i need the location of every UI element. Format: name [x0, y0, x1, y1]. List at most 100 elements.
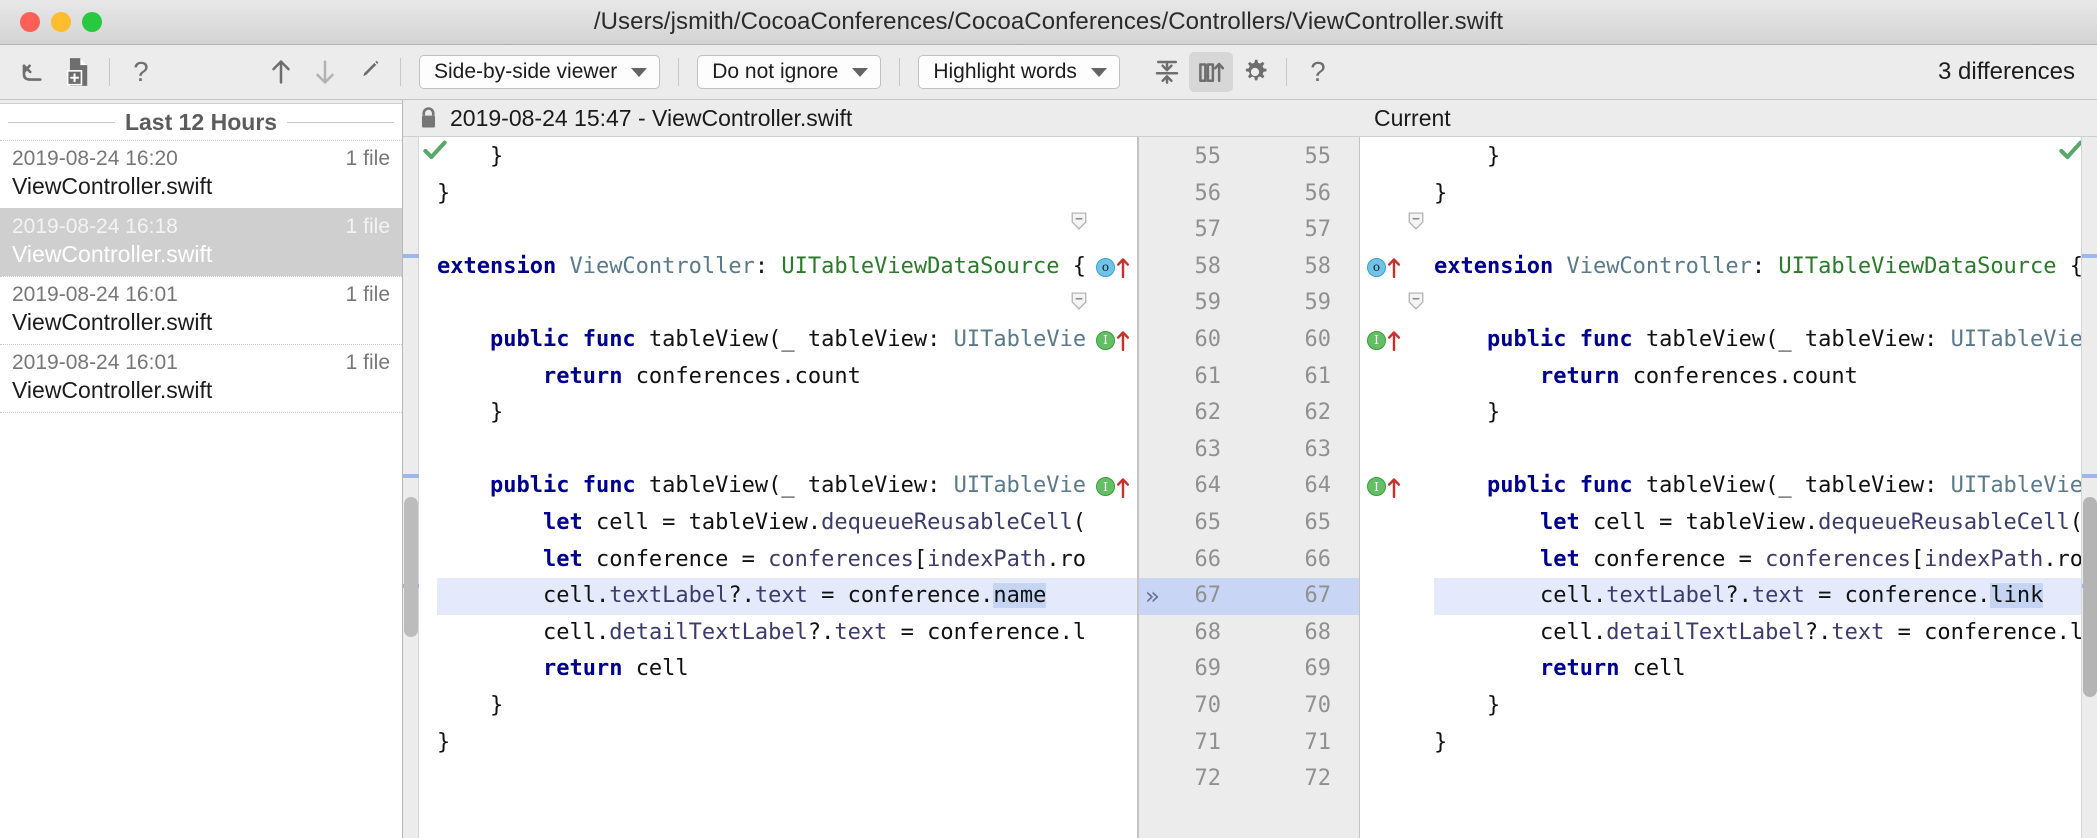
code-line[interactable] [437, 432, 1137, 469]
code-line[interactable]: cell.detailTextLabel?.text = conference.… [1434, 615, 2097, 652]
code-token: textLabel [609, 583, 729, 609]
code-token: . [595, 583, 610, 609]
highlight-policy-dropdown[interactable]: Highlight words [918, 55, 1120, 89]
code-line[interactable]: public func tableView(_ tableView: UITab… [1434, 322, 2097, 359]
gutter-marker-row [1360, 395, 1408, 432]
implements-marker-icon[interactable]: I [1096, 330, 1115, 350]
code-line[interactable] [1434, 285, 2097, 322]
revision-list-item[interactable]: 2019-08-24 16:01 1 file ViewController.swi… [0, 344, 402, 412]
help-icon[interactable]: ? [1296, 52, 1340, 92]
implements-marker-icon[interactable]: I [1367, 330, 1386, 350]
code-line[interactable]: return cell [1434, 651, 2097, 688]
viewer-mode-dropdown[interactable]: Side-by-side viewer [419, 55, 661, 89]
right-code-text[interactable]: }} extension ViewController: UITableViewD… [1412, 137, 2097, 838]
code-line[interactable]: } [1434, 725, 2097, 762]
code-line[interactable]: public func tableView(_ tableView: UITab… [437, 322, 1137, 359]
code-line[interactable]: let cell = tableView.dequeueReusableCell… [437, 505, 1137, 542]
implements-marker-icon[interactable]: I [1096, 477, 1115, 497]
code-line[interactable]: public func tableView(_ tableView: UITab… [1434, 468, 2097, 505]
collapse-unchanged-icon[interactable] [1145, 52, 1189, 92]
code-line[interactable]: return conferences.count [1434, 359, 2097, 396]
right-code-pane[interactable]: o I I }} extension ViewController: UITableV… [1360, 137, 2097, 838]
implements-marker-icon[interactable]: I [1367, 477, 1386, 497]
code-line[interactable] [437, 761, 1137, 798]
code-line[interactable]: } [437, 139, 1137, 176]
code-line[interactable]: let conference = conferences[indexPath.r… [1434, 542, 2097, 579]
gutter-marker-row [1089, 761, 1137, 798]
code-line[interactable]: return cell [437, 651, 1137, 688]
revision-list-item[interactable]: 2019-08-24 16:18 1 file ViewController.swi… [0, 208, 402, 276]
left-line-number: 60 [1194, 326, 1222, 352]
code-fold-handle-icon[interactable] [1071, 212, 1089, 230]
revision-timestamp: 2019-08-24 16:01 [12, 283, 178, 306]
revision-list-item[interactable]: 2019-08-24 16:20 1 file ViewController.swi… [0, 140, 402, 208]
gutter-marker-row: I [1089, 322, 1137, 359]
override-marker-icon[interactable]: o [1096, 257, 1115, 277]
create-patch-icon[interactable] [56, 52, 100, 92]
pencil-icon[interactable] [347, 52, 391, 92]
zoom-button[interactable] [82, 12, 102, 32]
arrow-up-icon[interactable] [259, 52, 303, 92]
chevron-down-icon [631, 67, 648, 77]
revision-timestamp: 2019-08-24 16:01 [12, 351, 178, 374]
code-line[interactable] [437, 285, 1137, 322]
code-token: public func [489, 326, 649, 352]
right-gutter-markers[interactable]: o I I [1360, 139, 1408, 798]
code-line[interactable]: cell.textLabel?.text = conference.link [1434, 578, 2097, 615]
gutter-marker-row [1360, 285, 1408, 322]
gutter-line-row: 63 63 [1139, 432, 1359, 469]
code-line[interactable]: extension ViewController: UITableViewDat… [1434, 249, 2097, 286]
gutter-line-row: 68 68 [1139, 615, 1359, 652]
override-marker-icon[interactable]: o [1367, 257, 1386, 277]
code-line[interactable]: cell.textLabel?.text = conference.name [437, 578, 1137, 615]
arrow-down-icon[interactable] [303, 52, 347, 92]
code-line[interactable] [1434, 432, 2097, 469]
show-diff-in-columns-icon[interactable] [1188, 52, 1233, 92]
left-gutter-markers[interactable]: o I I [1089, 139, 1137, 798]
right-pane-scrollbar-thumb[interactable] [2083, 497, 2097, 697]
code-line[interactable]: extension ViewController: UITableViewDat… [437, 249, 1137, 286]
change-stripe [2082, 254, 2097, 258]
undo-icon[interactable] [12, 52, 56, 92]
code-line[interactable] [437, 212, 1137, 249]
toolbar-divider [400, 58, 401, 86]
code-fold-handle-icon[interactable] [1408, 292, 1426, 310]
code-token: UITableViewDataSource [1778, 253, 2057, 279]
help-icon[interactable]: ? [119, 52, 163, 92]
code-line[interactable]: } [437, 688, 1137, 725]
apply-change-chevron-icon[interactable]: » [1145, 578, 1159, 615]
code-line[interactable]: } [437, 395, 1137, 432]
code-line[interactable]: cell.detailTextLabel?.text = conference.… [437, 615, 1137, 652]
code-line[interactable]: } [1434, 688, 2097, 725]
code-fold-handle-icon[interactable] [1408, 212, 1426, 230]
code-fold-handle-icon[interactable] [1071, 292, 1089, 310]
right-line-number: 69 [1304, 656, 1332, 682]
code-line[interactable]: let cell = tableView.dequeueReusableCell… [1434, 505, 2097, 542]
code-line[interactable]: } [437, 176, 1137, 213]
minimize-button[interactable] [51, 12, 71, 32]
code-line[interactable]: let conference = conferences[indexPath.r… [437, 542, 1137, 579]
code-line[interactable]: } [1434, 395, 2097, 432]
code-line[interactable]: } [1434, 139, 2097, 176]
code-line[interactable]: } [1434, 176, 2097, 213]
left-change-bar[interactable] [403, 137, 419, 838]
ignore-policy-dropdown[interactable]: Do not ignore [697, 55, 882, 89]
code-line[interactable] [1434, 212, 2097, 249]
left-code-pane[interactable]: }} extension ViewController: UITableViewD… [403, 137, 1138, 838]
code-token: return [1539, 363, 1633, 389]
gear-icon[interactable] [1233, 52, 1277, 92]
code-token: cell [1539, 583, 1593, 609]
code-line[interactable]: public func tableView(_ tableView: UITab… [437, 468, 1137, 505]
left-pane-scrollbar-thumb[interactable] [404, 497, 418, 637]
right-change-bar[interactable] [2081, 137, 2097, 838]
revision-list-item[interactable]: 2019-08-24 16:01 1 file ViewController.swi… [0, 276, 402, 344]
code-token: conference [1844, 583, 1978, 609]
code-line[interactable]: } [437, 725, 1137, 762]
code-line[interactable] [1434, 761, 2097, 798]
left-code-text[interactable]: }} extension ViewController: UITableViewD… [419, 137, 1137, 838]
code-line[interactable]: return conferences.count [437, 359, 1137, 396]
code-token: tableView(_ tableView: [1645, 326, 1951, 352]
gutter-marker-row: I [1360, 468, 1408, 505]
close-button[interactable] [20, 12, 40, 32]
